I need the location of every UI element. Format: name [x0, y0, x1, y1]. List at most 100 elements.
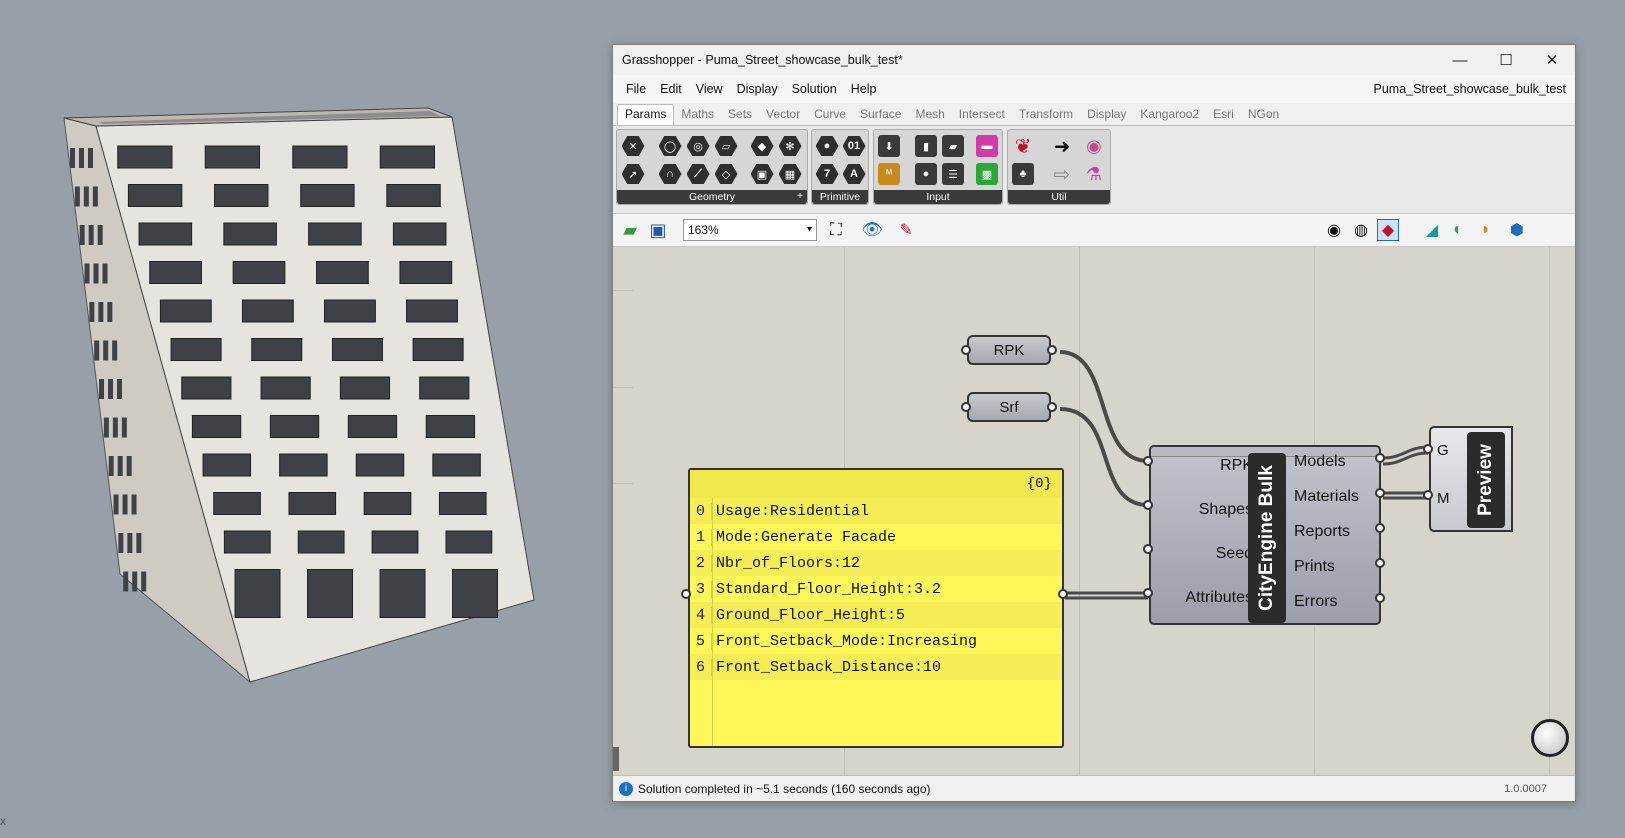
preview-eye-icon[interactable]: 👁	[861, 219, 883, 241]
minimize-button[interactable]: —	[1437, 45, 1483, 75]
tab-esri[interactable]: Esri	[1206, 105, 1241, 125]
panel-output-grip[interactable]	[1058, 589, 1068, 599]
menu-solution[interactable]: Solution	[785, 82, 844, 96]
circular-arc-param-icon[interactable]: ◎	[686, 134, 710, 158]
output-materials[interactable]: Materials	[1294, 488, 1359, 506]
seed-in-grip[interactable]	[1143, 544, 1153, 554]
attribute-panel[interactable]: {0} 0 Usage:Residential 1 Mode:Generate Fac…	[688, 468, 1064, 748]
preview-g-grip[interactable]	[1423, 444, 1433, 454]
preview-input-m[interactable]: M	[1437, 490, 1450, 507]
tree-icon[interactable]: ♣	[1011, 162, 1035, 186]
brep-param-icon[interactable]: ◆	[750, 134, 774, 158]
rpk-in-grip[interactable]	[1143, 456, 1153, 466]
surface-param-icon[interactable]: ▦	[778, 162, 802, 186]
menu-help[interactable]: Help	[844, 82, 884, 96]
preview-input-g[interactable]: G	[1437, 442, 1449, 459]
line-param-icon[interactable]: ⟋	[686, 162, 710, 186]
arrow-right-icon[interactable]: ➜	[1050, 134, 1074, 158]
prints-out-grip[interactable]	[1375, 558, 1385, 568]
vector-param-icon[interactable]: ➚	[621, 162, 645, 186]
shapes-in-grip[interactable]	[1143, 500, 1153, 510]
scroll-handle[interactable]	[613, 747, 619, 771]
preview-component[interactable]: G M Preview	[1429, 426, 1513, 532]
srf-param[interactable]: Srf	[967, 392, 1051, 422]
grasshopper-canvas[interactable]: RPK Srf {0} 0 Usage:Residential 1 Mode:Gene…	[613, 247, 1575, 775]
models-out-grip[interactable]	[1375, 453, 1385, 463]
input-shapes[interactable]: Shapes	[1157, 501, 1253, 519]
gradient-icon[interactable]: ▬	[975, 134, 999, 158]
reports-out-grip[interactable]	[1375, 523, 1385, 533]
tab-mesh[interactable]: Mesh	[908, 105, 951, 125]
tab-curve[interactable]: Curve	[807, 105, 853, 125]
menu-view[interactable]: View	[689, 82, 730, 96]
tab-ngon[interactable]: NGon	[1241, 105, 1286, 125]
preview-selected-icon[interactable]: ◆	[1377, 219, 1399, 241]
cityengine-bulk-component[interactable]: RPK Shapes Seed Attributes CityEngine Bu…	[1149, 445, 1381, 625]
graph-mapper-icon[interactable]: ᴹ	[877, 162, 901, 186]
sphere-dropdown-icon[interactable]: ⬢	[1506, 219, 1528, 241]
save-file-icon[interactable]: ▣	[647, 219, 669, 241]
attributes-in-grip[interactable]	[1143, 588, 1153, 598]
mesh-param-icon[interactable]: ▣	[750, 162, 774, 186]
slider-icon[interactable]: ▰	[941, 134, 965, 158]
srf-output-grip[interactable]	[1047, 402, 1057, 412]
document-preview-icon[interactable]: ◐	[1447, 219, 1469, 241]
tab-maths[interactable]: Maths	[674, 105, 721, 125]
button-object-icon[interactable]: ▮	[914, 134, 938, 158]
integer-param-icon[interactable]: 01	[842, 134, 866, 158]
preview-wireframe-icon[interactable]: ◉	[1323, 219, 1345, 241]
maximize-button[interactable]: ☐	[1483, 45, 1529, 75]
circle-param-icon[interactable]: ◯	[658, 134, 682, 158]
arrow-hollow-icon[interactable]: ⇨	[1050, 162, 1074, 186]
tab-vector[interactable]: Vector	[759, 105, 807, 125]
flask-icon[interactable]: ⚗	[1082, 162, 1106, 186]
rpk-param[interactable]: RPK	[967, 335, 1051, 365]
input-rpk[interactable]: RPK	[1157, 457, 1253, 475]
tab-surface[interactable]: Surface	[853, 105, 908, 125]
title-bar[interactable]: Grasshopper - Puma_Street_showcase_bulk_…	[613, 45, 1575, 75]
menu-file[interactable]: File	[619, 82, 653, 96]
tab-sets[interactable]: Sets	[721, 105, 759, 125]
menu-display[interactable]: Display	[730, 82, 785, 96]
boolean-param-icon[interactable]: ●	[815, 134, 839, 158]
number-param-icon[interactable]: 7	[815, 162, 839, 186]
tab-display[interactable]: Display	[1080, 105, 1133, 125]
rpk-output-grip[interactable]	[1047, 345, 1057, 355]
box-param-icon[interactable]: ▱	[714, 134, 738, 158]
more-icon[interactable]: +	[797, 190, 803, 204]
input-attributes[interactable]: Attributes	[1157, 589, 1253, 607]
menu-edit[interactable]: Edit	[653, 82, 689, 96]
zoom-extents-icon[interactable]: ⛶	[825, 219, 847, 241]
output-reports[interactable]: Reports	[1294, 523, 1350, 541]
rhino-viewport[interactable]: x	[0, 0, 600, 838]
mesh-settings-icon[interactable]: ◢	[1421, 219, 1443, 241]
value-list-icon[interactable]: ☰	[941, 162, 965, 186]
pills-icon[interactable]: ◉	[1082, 134, 1106, 158]
tab-kangaroo2[interactable]: Kangaroo2	[1133, 105, 1206, 125]
output-prints[interactable]: Prints	[1294, 558, 1335, 576]
text-param-icon[interactable]: A	[842, 162, 866, 186]
preview-shaded-icon[interactable]: ◍	[1350, 219, 1372, 241]
output-models[interactable]: Models	[1294, 453, 1346, 471]
material-icon[interactable]: ◑	[1473, 219, 1495, 241]
geometry-param-icon[interactable]: ✕	[621, 134, 645, 158]
errors-out-grip[interactable]	[1375, 593, 1385, 603]
rpk-input-grip[interactable]	[961, 345, 971, 355]
field-param-icon[interactable]: ✻	[778, 134, 802, 158]
plane-param-icon[interactable]: ◇	[714, 162, 738, 186]
srf-input-grip[interactable]	[961, 402, 971, 412]
panel-input-grip[interactable]	[681, 589, 691, 599]
color-swatch-icon[interactable]: ▩	[975, 162, 999, 186]
input-seed[interactable]: Seed	[1157, 545, 1253, 563]
materials-out-grip[interactable]	[1375, 488, 1385, 498]
tab-params[interactable]: Params	[617, 104, 675, 125]
tab-intersect[interactable]: Intersect	[952, 105, 1012, 125]
navigation-compass-icon[interactable]	[1531, 719, 1569, 757]
output-errors[interactable]: Errors	[1294, 593, 1338, 611]
toggle-icon[interactable]: ●	[914, 162, 938, 186]
cherry-icon[interactable]: ❦	[1011, 134, 1035, 158]
curve-param-icon[interactable]: ∩	[658, 162, 682, 186]
open-file-icon[interactable]: ▰	[619, 219, 641, 241]
sketch-pen-icon[interactable]: ✎	[895, 219, 917, 241]
zoom-select[interactable]: 163% ▾	[683, 219, 817, 241]
